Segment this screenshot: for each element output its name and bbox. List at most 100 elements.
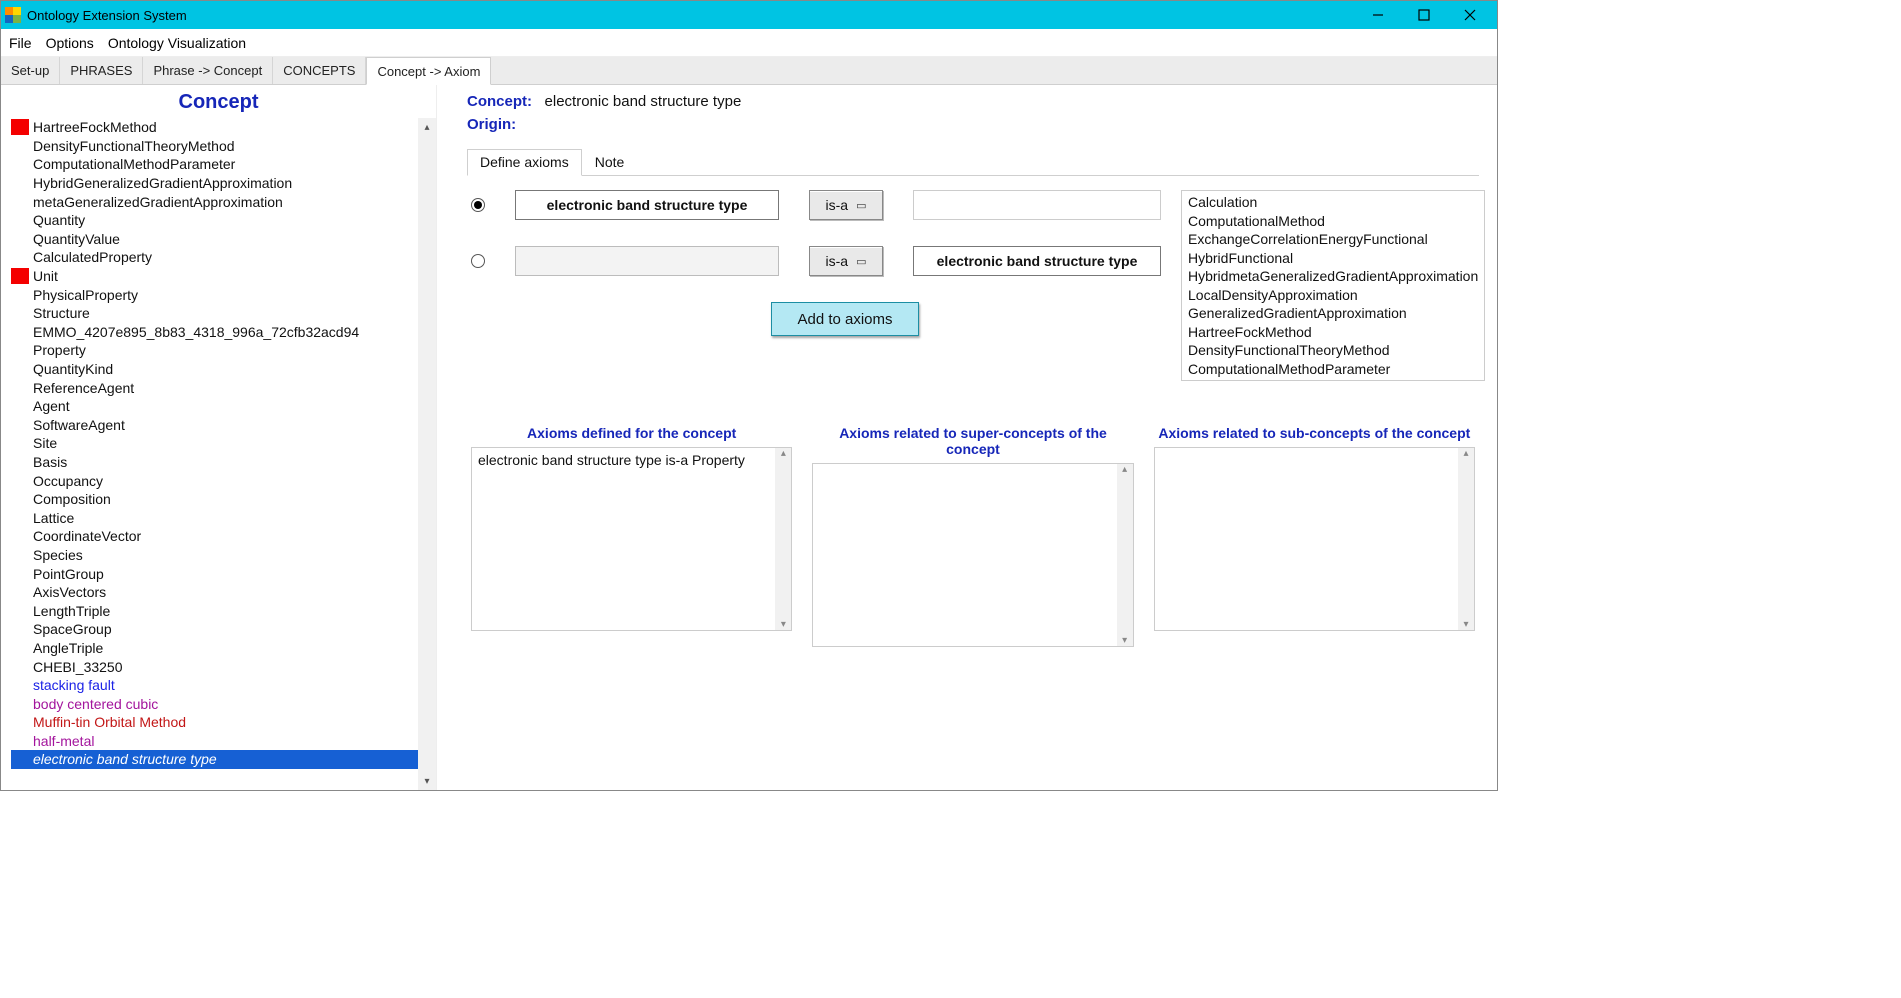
list-item-label: CalculatedProperty: [33, 249, 152, 265]
list-item[interactable]: AxisVectors: [11, 583, 418, 602]
list-item-label: Composition: [33, 491, 111, 507]
menu-ontology-visualization[interactable]: Ontology Visualization: [108, 35, 246, 51]
list-item[interactable]: SoftwareAgent: [11, 416, 418, 435]
list-item[interactable]: Quantity: [11, 211, 418, 230]
chevron-icon: ▭: [856, 199, 866, 212]
list-item[interactable]: HartreeFockMethod: [11, 118, 418, 137]
list-item[interactable]: Lattice: [11, 508, 418, 527]
list-item[interactable]: ComputationalMethodParameter: [11, 155, 418, 174]
tab-concept-to-axiom[interactable]: Concept -> Axiom: [366, 57, 491, 85]
super-axioms-list[interactable]: ▴▾: [812, 463, 1133, 647]
candidate-item[interactable]: HybridFunctional: [1188, 249, 1478, 268]
subtab-define-axioms[interactable]: Define axioms: [467, 149, 582, 176]
scrollbar[interactable]: ▴▾: [775, 448, 791, 630]
marker-icon: [11, 212, 29, 228]
list-item[interactable]: AngleTriple: [11, 639, 418, 658]
list-item[interactable]: Muffin-tin Orbital Method: [11, 713, 418, 732]
scrollbar[interactable]: ▴▾: [1458, 448, 1474, 630]
scrollbar[interactable]: ▴▾: [1117, 464, 1133, 646]
marker-icon: [11, 156, 29, 172]
candidate-item[interactable]: ComputationalMethod: [1188, 212, 1478, 231]
relation-selector-1[interactable]: is-a ▭: [809, 190, 883, 220]
defined-axioms-list[interactable]: electronic band structure type is-a Prop…: [471, 447, 792, 631]
axiom-mode-subject-radio[interactable]: [471, 198, 485, 212]
list-item[interactable]: QuantityKind: [11, 360, 418, 379]
subtab-note[interactable]: Note: [582, 149, 638, 175]
scroll-down-icon[interactable]: ▾: [418, 772, 436, 790]
marker-icon: [11, 714, 29, 730]
marker-icon: [11, 231, 29, 247]
candidate-item[interactable]: LocalDensityApproximation: [1188, 286, 1478, 305]
list-item[interactable]: body centered cubic: [11, 694, 418, 713]
list-item-label: CHEBI_33250: [33, 659, 123, 675]
list-item[interactable]: SpaceGroup: [11, 620, 418, 639]
list-item-label: CoordinateVector: [33, 528, 141, 544]
list-item[interactable]: QuantityValue: [11, 230, 418, 249]
list-item[interactable]: LengthTriple: [11, 601, 418, 620]
list-item[interactable]: PhysicalProperty: [11, 285, 418, 304]
object-input-1[interactable]: [913, 190, 1161, 220]
list-item[interactable]: Composition: [11, 490, 418, 509]
candidate-item[interactable]: HybridmetaGeneralizedGradientApproximati…: [1188, 267, 1478, 286]
list-item[interactable]: Agent: [11, 397, 418, 416]
list-item[interactable]: half-metal: [11, 732, 418, 751]
list-item[interactable]: HybridGeneralizedGradientApproximation: [11, 174, 418, 193]
list-item-label: electronic band structure type: [33, 751, 217, 767]
axiom-mode-object-radio[interactable]: [471, 254, 485, 268]
marker-icon: [11, 194, 29, 210]
list-item[interactable]: CoordinateVector: [11, 527, 418, 546]
marker-icon: [11, 640, 29, 656]
candidate-concept-list[interactable]: CalculationComputationalMethodExchangeCo…: [1181, 190, 1485, 381]
tab-concepts[interactable]: CONCEPTS: [273, 57, 366, 84]
list-item[interactable]: PointGroup: [11, 564, 418, 583]
add-to-axioms-button[interactable]: Add to axioms: [771, 302, 919, 336]
list-item[interactable]: Site: [11, 434, 418, 453]
menu-file[interactable]: File: [9, 35, 32, 51]
axiom-item[interactable]: electronic band structure type is-a Prop…: [478, 452, 785, 468]
tab-phrases[interactable]: PHRASES: [60, 57, 143, 84]
list-item-label: AxisVectors: [33, 584, 106, 600]
list-item[interactable]: Species: [11, 546, 418, 565]
list-item[interactable]: CHEBI_33250: [11, 657, 418, 676]
minimize-button[interactable]: [1355, 1, 1401, 29]
list-item[interactable]: electronic band structure type: [11, 750, 418, 769]
candidate-item[interactable]: HartreeFockMethod: [1188, 323, 1478, 342]
list-item[interactable]: Structure: [11, 304, 418, 323]
candidate-item[interactable]: DensityFunctionalTheoryMethod: [1188, 341, 1478, 360]
window-title: Ontology Extension System: [27, 8, 187, 23]
candidate-item[interactable]: ComputationalMethodParameter: [1188, 360, 1478, 379]
sub-axioms-list[interactable]: ▴▾: [1154, 447, 1475, 631]
marker-icon: [11, 603, 29, 619]
list-item[interactable]: EMMO_4207e895_8b83_4318_996a_72cfb32acd9…: [11, 323, 418, 342]
list-item-label: LengthTriple: [33, 603, 110, 619]
candidate-item[interactable]: GeneralizedGradientApproximation: [1188, 304, 1478, 323]
list-item[interactable]: stacking fault: [11, 676, 418, 695]
axiom-subtabs: Define axioms Note: [467, 149, 1479, 176]
list-item[interactable]: metaGeneralizedGradientApproximation: [11, 192, 418, 211]
concept-list-scrollbar[interactable]: ▴ ▾: [418, 118, 436, 790]
list-item-label: Basis: [33, 454, 67, 470]
scroll-up-icon[interactable]: ▴: [418, 118, 436, 136]
list-item[interactable]: Unit: [11, 267, 418, 286]
maximize-button[interactable]: [1401, 1, 1447, 29]
concept-list[interactable]: HartreeFockMethodDensityFunctionalTheory…: [1, 118, 418, 790]
list-item[interactable]: CalculatedProperty: [11, 248, 418, 267]
close-button[interactable]: [1447, 1, 1493, 29]
candidate-item[interactable]: ExchangeCorrelationEnergyFunctional: [1188, 230, 1478, 249]
list-item-label: QuantityValue: [33, 231, 120, 247]
list-item[interactable]: Basis: [11, 453, 418, 472]
list-item-label: Agent: [33, 398, 70, 414]
tab-phrase-to-concept[interactable]: Phrase -> Concept: [143, 57, 273, 84]
menu-options[interactable]: Options: [46, 35, 94, 51]
list-item[interactable]: DensityFunctionalTheoryMethod: [11, 137, 418, 156]
list-item[interactable]: Property: [11, 341, 418, 360]
list-item[interactable]: ReferenceAgent: [11, 378, 418, 397]
tab-setup[interactable]: Set-up: [1, 57, 60, 84]
marker-icon: [11, 380, 29, 396]
list-item-label: Unit: [33, 268, 58, 284]
list-item-label: Site: [33, 435, 57, 451]
list-item[interactable]: Occupancy: [11, 471, 418, 490]
relation-selector-2[interactable]: is-a ▭: [809, 246, 883, 276]
object-concept-box: electronic band structure type: [913, 246, 1161, 276]
candidate-item[interactable]: Calculation: [1188, 193, 1478, 212]
